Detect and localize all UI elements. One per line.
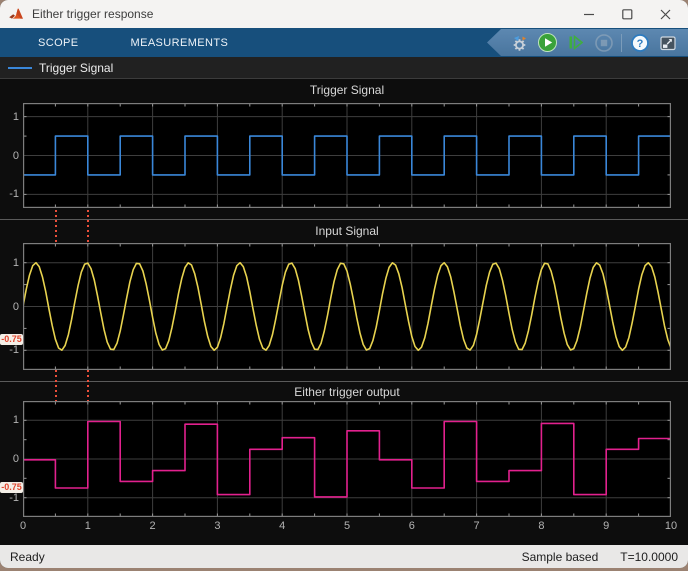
input-y-tick-label: -1 (2, 344, 19, 356)
x-tick-label: 7 (464, 520, 490, 532)
input-y-tick-label: 1 (2, 257, 19, 269)
legend-item-trigger-signal[interactable]: Trigger Signal (39, 61, 113, 75)
x-tick-label: 2 (140, 520, 166, 532)
input-plot-title: Input Signal (23, 224, 671, 238)
x-tick-label: 1 (75, 520, 101, 532)
step-forward-icon[interactable] (565, 32, 586, 53)
x-tick-label: 6 (399, 520, 425, 532)
simulation-settings-gear-icon[interactable] (509, 32, 530, 53)
maximize-button[interactable] (612, 0, 642, 28)
trigger-y-tick-label: 1 (2, 111, 19, 123)
stop-icon[interactable] (593, 32, 614, 53)
x-tick-label: 4 (269, 520, 295, 532)
x-tick-label: 5 (334, 520, 360, 532)
status-sim-time: T=10.0000 (620, 550, 678, 564)
trigger-y-tick-label: -1 (2, 188, 19, 200)
output-y-tick-label: -1 (2, 492, 19, 504)
input-plot-canvas[interactable] (23, 243, 671, 370)
input-y-tick-label: 0 (2, 301, 19, 313)
trigger-plot-canvas[interactable] (23, 103, 671, 208)
simulation-toolbar: ? (487, 29, 688, 56)
svg-text:?: ? (636, 38, 643, 50)
output-y-tick-label: 0 (2, 453, 19, 465)
run-icon[interactable] (537, 32, 558, 53)
minimize-button[interactable] (574, 0, 604, 28)
toolstrip: SCOPE MEASUREMENTS (0, 28, 688, 57)
cursor-value-label: -0.75 (0, 334, 23, 345)
panel-separator (0, 381, 688, 382)
legend-bar: Trigger Signal (0, 57, 688, 79)
close-button[interactable] (650, 0, 680, 28)
output-y-tick-label: 1 (2, 414, 19, 426)
title-bar: Either trigger response (0, 0, 688, 28)
panel-separator (0, 219, 688, 220)
output-plot-canvas[interactable] (23, 401, 671, 517)
tab-measurements[interactable]: MEASUREMENTS (131, 37, 229, 49)
x-tick-label: 8 (528, 520, 554, 532)
tab-scope[interactable]: SCOPE (38, 37, 79, 49)
trigger-plot-title: Trigger Signal (23, 83, 671, 97)
x-tick-label: 10 (658, 520, 684, 532)
status-ready: Ready (10, 550, 522, 564)
x-tick-label: 9 (593, 520, 619, 532)
plot-area[interactable]: Trigger Signal Input Signal Either trigg… (0, 79, 688, 545)
help-icon[interactable]: ? (629, 32, 650, 53)
toolbar-separator (621, 34, 622, 52)
output-plot-title: Either trigger output (23, 385, 671, 399)
popout-icon[interactable] (657, 32, 678, 53)
legend-line-sample (8, 67, 32, 69)
status-sample-mode: Sample based (522, 550, 599, 564)
scope-window: Either trigger response SCOPE MEASUREMEN… (0, 0, 688, 568)
status-bar: Ready Sample based T=10.0000 (0, 545, 688, 568)
trigger-y-tick-label: 0 (2, 150, 19, 162)
window-title: Either trigger response (32, 7, 574, 21)
matlab-logo-icon (8, 6, 25, 23)
x-tick-label: 3 (204, 520, 230, 532)
x-tick-label: 0 (10, 520, 36, 532)
